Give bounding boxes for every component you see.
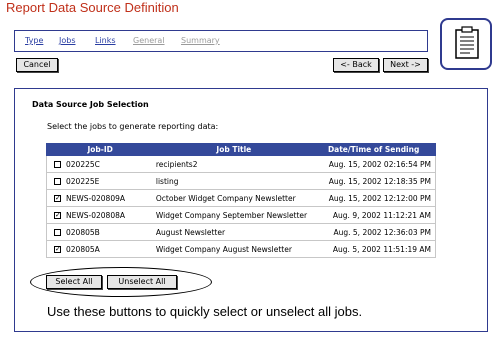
unselect-all-button[interactable]: Unselect All [107, 275, 177, 289]
job-date: Aug. 5, 2002 12:36:03 PM [313, 223, 436, 241]
job-id-cell: 020225E [45, 172, 154, 190]
table-row: ✓ 020805A Widget Company August Newsletter… [45, 240, 436, 258]
job-id-cell: ✓ NEWS-020808A [45, 206, 154, 224]
wizard-tabs: Type Jobs Links General Summary [14, 30, 428, 52]
column-header-date: Date/Time of Sending [313, 143, 436, 156]
job-id-cell: ✓ NEWS-020809A [45, 189, 154, 207]
job-checkbox[interactable] [54, 229, 61, 236]
job-date: Aug. 15, 2002 12:18:35 PM [313, 172, 436, 190]
job-id: 020225C [66, 159, 100, 169]
table-row: ✓ NEWS-020809A October Widget Company News… [45, 189, 436, 207]
job-checkbox[interactable] [54, 161, 61, 168]
job-title: recipients2 [153, 155, 314, 173]
job-title: Widget Company September Newsletter [153, 206, 314, 224]
tab-general: General [133, 36, 165, 45]
job-date: Aug. 9, 2002 11:12:21 AM [313, 206, 436, 224]
job-id: NEWS-020809A [66, 193, 125, 203]
job-id-cell: 020805B [45, 223, 154, 241]
job-date: Aug. 15, 2002 12:12:00 PM [313, 189, 436, 207]
job-title: Widget Company August Newsletter [153, 240, 314, 258]
job-id-cell: 020225C [45, 155, 154, 173]
annotation-text: Use these buttons to quickly select or u… [47, 304, 363, 319]
job-title: listing [153, 172, 314, 190]
job-date: Aug. 5, 2002 11:51:19 AM [313, 240, 436, 258]
job-title: August Newsletter [153, 223, 314, 241]
job-checkbox[interactable]: ✓ [54, 212, 61, 219]
table-row: 020225C recipients2 Aug. 15, 2002 02:16:54… [45, 155, 436, 173]
table-row: ✓ NEWS-020808A Widget Company September Ne… [45, 206, 436, 224]
column-header-job-title: Job Title [153, 143, 315, 156]
tab-type[interactable]: Type [25, 36, 43, 45]
table-row: 020805B August Newsletter Aug. 5, 2002 12:… [45, 223, 436, 241]
job-title: October Widget Company Newsletter [153, 189, 314, 207]
page-title: Report Data Source Definition [6, 0, 179, 15]
panel-heading: Data Source Job Selection [32, 100, 149, 109]
tab-summary: Summary [181, 36, 220, 45]
document-report-icon [440, 18, 492, 70]
job-id-cell: ✓ 020805A [45, 240, 154, 258]
job-checkbox[interactable]: ✓ [54, 246, 61, 253]
cancel-button[interactable]: Cancel [16, 58, 58, 72]
job-checkbox[interactable] [54, 178, 61, 185]
job-id: NEWS-020808A [66, 210, 125, 220]
jobs-table: Job-ID Job Title Date/Time of Sending 02… [45, 143, 436, 258]
tab-jobs[interactable]: Jobs [59, 36, 76, 45]
job-id: 020805B [66, 227, 100, 237]
back-button[interactable]: <- Back [333, 58, 379, 72]
job-date: Aug. 15, 2002 02:16:54 PM [313, 155, 436, 173]
job-id: 020225E [66, 176, 100, 186]
next-button[interactable]: Next -> [383, 58, 428, 72]
instruction-text: Select the jobs to generate reporting da… [47, 122, 219, 131]
column-header-job-id: Job-ID [45, 143, 155, 156]
job-id: 020805A [66, 244, 100, 254]
select-all-button[interactable]: Select All [46, 275, 102, 289]
job-checkbox[interactable]: ✓ [54, 195, 61, 202]
table-row: 020225E listing Aug. 15, 2002 12:18:35 PM [45, 172, 436, 190]
tab-links[interactable]: Links [95, 36, 116, 45]
